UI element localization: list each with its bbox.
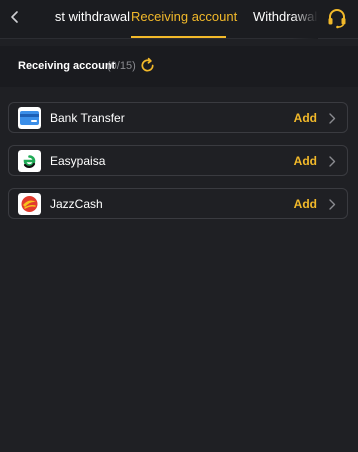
tab-first-withdrawal[interactable]: st withdrawal <box>26 9 130 24</box>
bank-card-icon <box>18 107 41 129</box>
tab-receiving-account[interactable]: Receiving account <box>131 9 237 24</box>
headset-icon <box>328 9 346 29</box>
jazzcash-logo-icon <box>18 193 41 215</box>
add-easypaisa-button[interactable]: Add <box>294 154 317 168</box>
refresh-icon[interactable] <box>139 57 156 74</box>
list-item-bank-transfer[interactable]: Bank Transfer Add <box>8 102 348 133</box>
list-item-jazzcash[interactable]: JazzCash Add <box>8 188 348 219</box>
add-bank-transfer-button[interactable]: Add <box>294 111 317 125</box>
add-jazzcash-button[interactable]: Add <box>294 197 317 211</box>
back-button[interactable] <box>4 6 26 28</box>
customer-support-button[interactable] <box>326 7 348 29</box>
chevron-right-icon <box>329 113 336 124</box>
active-tab-indicator <box>131 36 226 38</box>
easypaisa-logo-icon <box>18 150 41 172</box>
chevron-right-icon <box>329 199 336 210</box>
tab-strip: st withdrawal Receiving account Withdraw… <box>26 0 318 39</box>
account-count: (0/15) <box>107 60 136 72</box>
section-title: Receiving account <box>18 60 116 72</box>
chevron-left-icon <box>11 11 18 23</box>
top-nav-bar: st withdrawal Receiving account Withdraw… <box>0 0 358 39</box>
account-list: Bank Transfer Add Easypaisa Add JazzCash… <box>8 102 348 231</box>
account-label: Easypaisa <box>50 154 106 168</box>
account-label: Bank Transfer <box>50 111 125 125</box>
list-item-easypaisa[interactable]: Easypaisa Add <box>8 145 348 176</box>
receiving-account-header: Receiving account (0/15) <box>0 46 358 87</box>
tab-fade <box>292 0 318 39</box>
chevron-right-icon <box>329 156 336 167</box>
account-label: JazzCash <box>50 197 103 211</box>
